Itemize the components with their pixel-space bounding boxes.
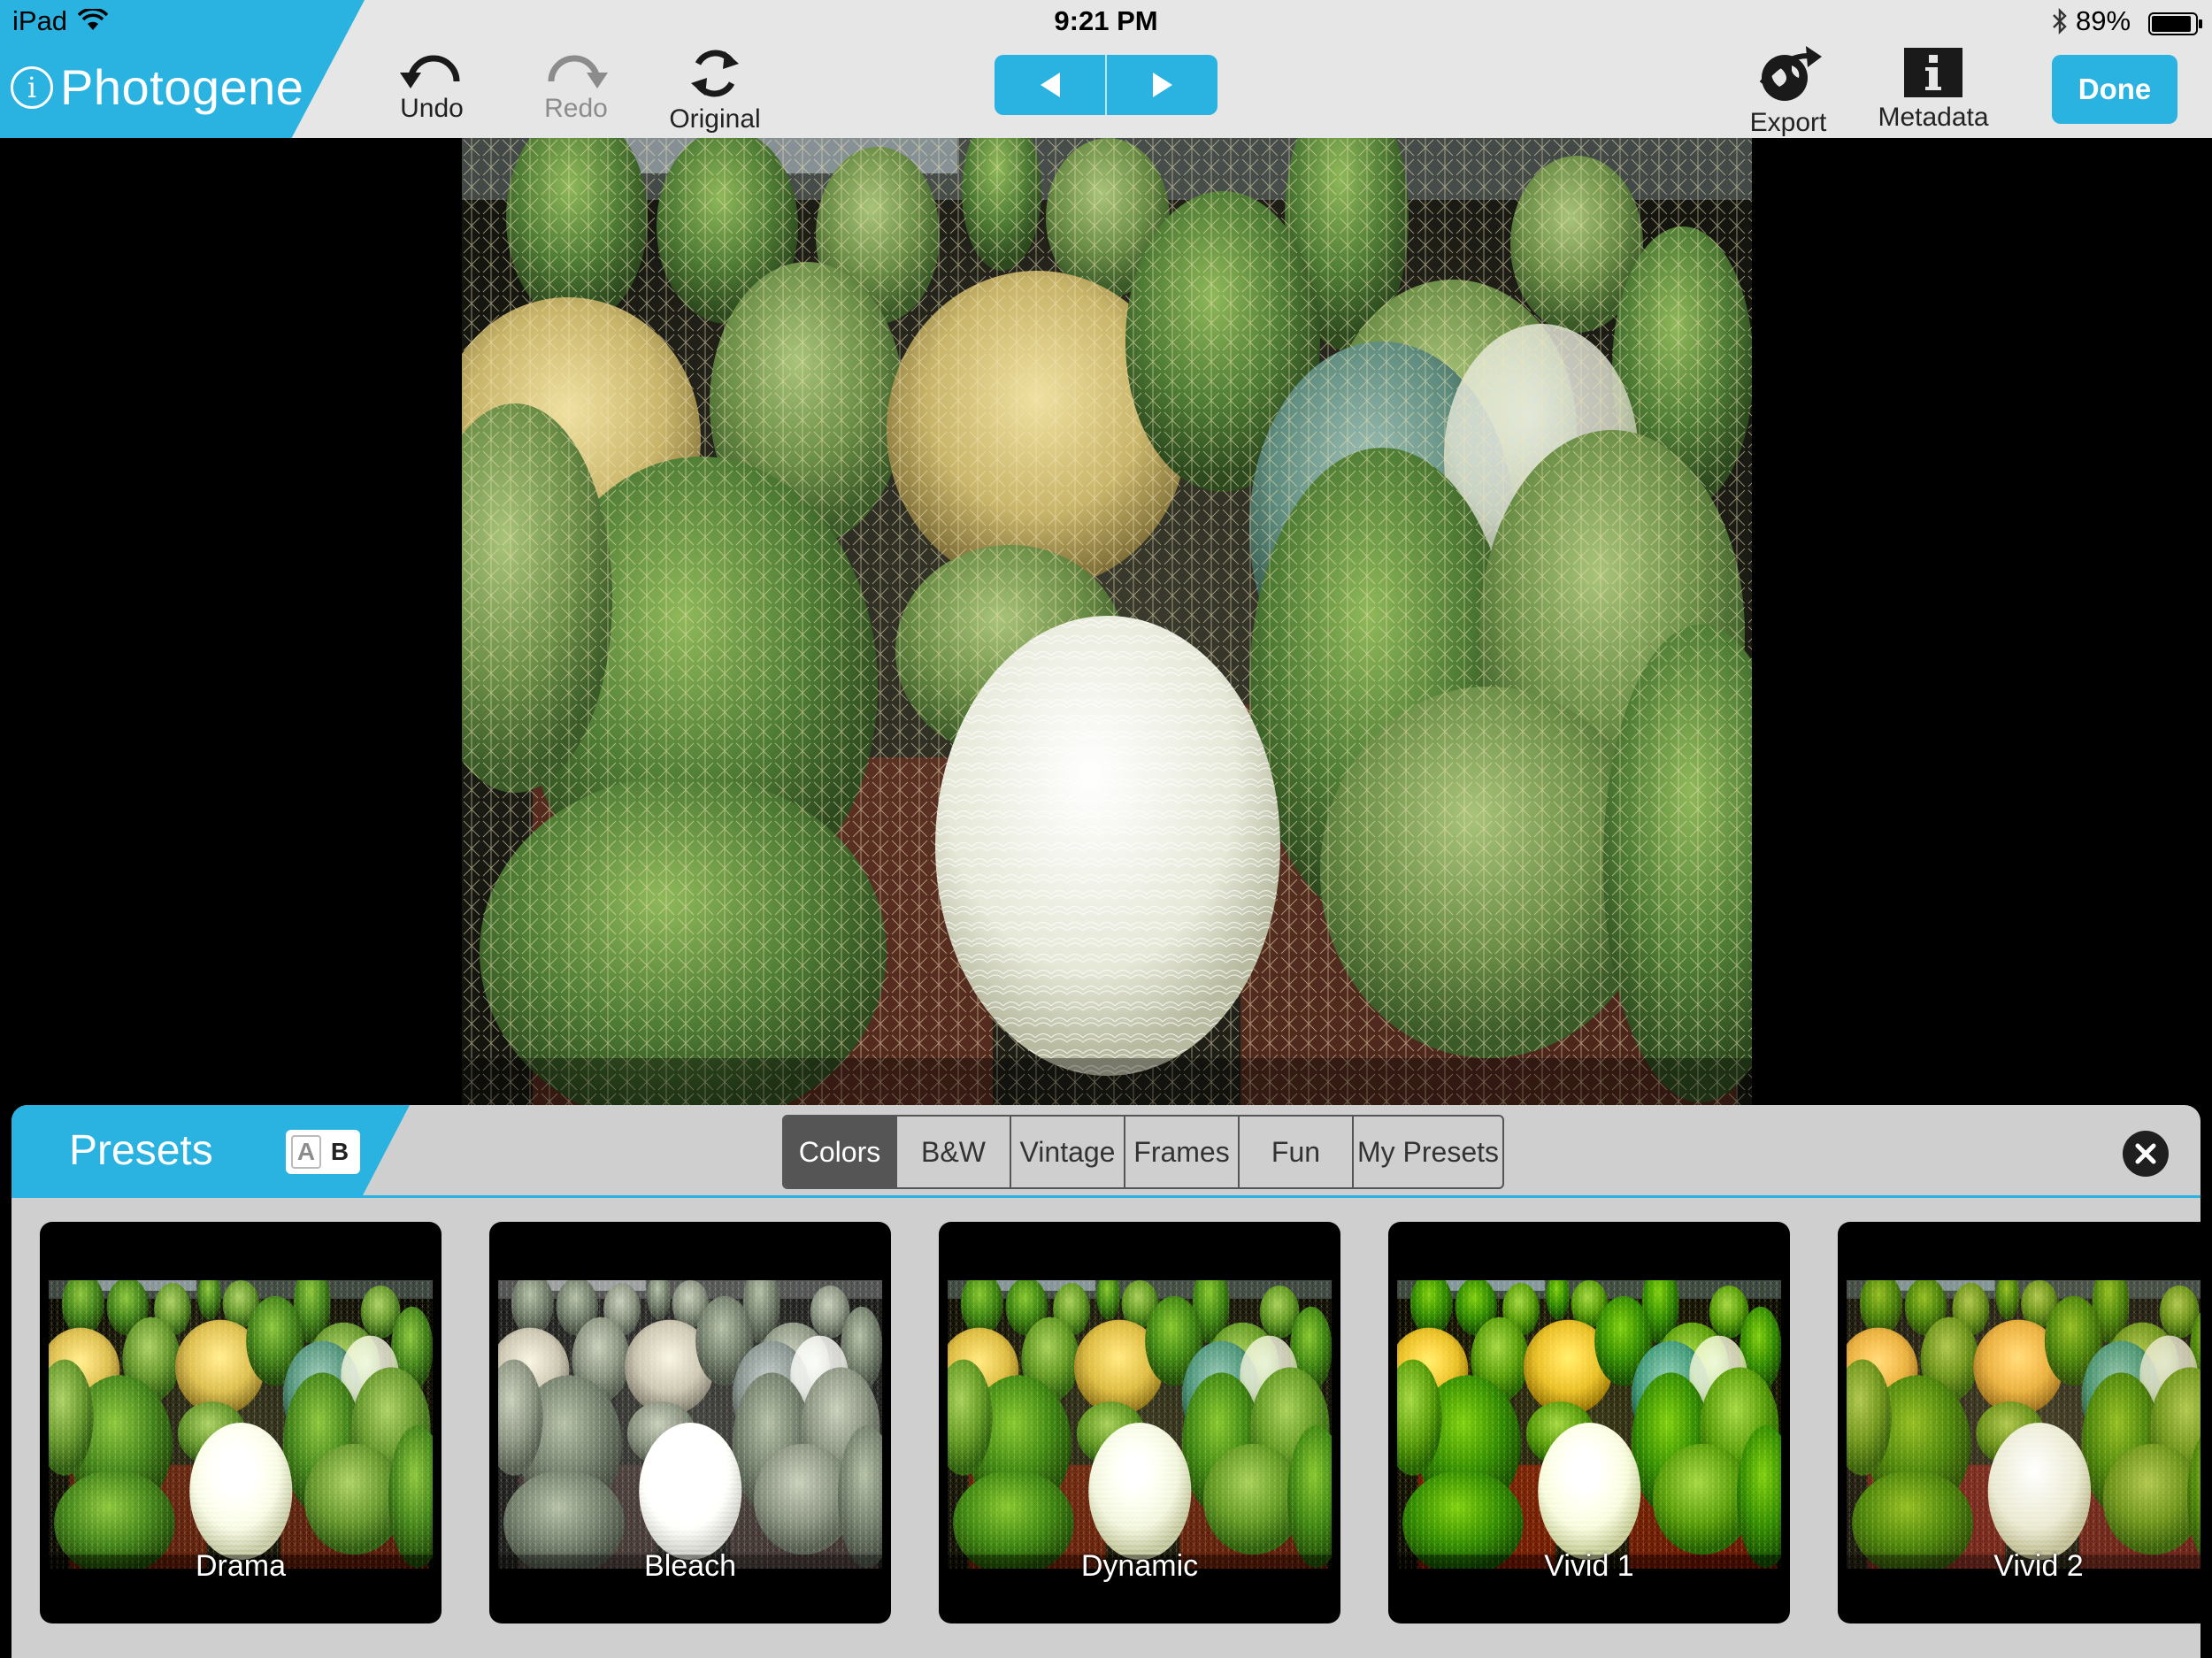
preset-tile-vivid-1[interactable]: Vivid 1 xyxy=(1388,1222,1790,1623)
preset-thumbnail-image xyxy=(49,1280,433,1569)
preset-label: Vivid 2 xyxy=(1993,1549,2084,1583)
previous-photo-button[interactable] xyxy=(995,55,1105,115)
triangle-left-icon xyxy=(1040,73,1060,97)
metadata-label: Metadata xyxy=(1878,103,1989,132)
tab-vintage[interactable]: Vintage xyxy=(1010,1117,1124,1187)
preset-thumbnail-image xyxy=(948,1280,1332,1569)
ab-toggle-b[interactable]: B xyxy=(325,1135,355,1169)
next-photo-button[interactable] xyxy=(1105,55,1217,115)
cactus-photo xyxy=(462,138,1752,1105)
export-label: Export xyxy=(1749,108,1827,137)
export-button[interactable]: Export xyxy=(1722,46,1855,138)
presets-title: Presets xyxy=(69,1127,213,1174)
info-icon[interactable]: i xyxy=(11,65,53,109)
original-label: Original xyxy=(669,104,761,134)
undo-button[interactable]: Undo xyxy=(365,46,498,124)
panel-divider xyxy=(12,1195,2200,1198)
bluetooth-icon xyxy=(2053,7,2067,35)
preset-tile-bleach[interactable]: Bleach xyxy=(489,1222,891,1623)
preset-thumbnail-image xyxy=(498,1280,882,1569)
battery-icon xyxy=(2148,12,2202,35)
preset-label: Vivid 1 xyxy=(1544,1549,1634,1583)
preset-thumbnail xyxy=(49,1280,433,1569)
preset-thumbnail-image xyxy=(1847,1280,2200,1569)
top-toolbar: iPad 9:21 PM 89% i Photogene Undo Redo O… xyxy=(0,0,2212,138)
redo-label: Redo xyxy=(544,94,608,123)
preset-tile-drama[interactable]: Drama xyxy=(40,1222,442,1623)
close-icon xyxy=(2135,1143,2156,1164)
triangle-right-icon xyxy=(1152,73,1172,97)
undo-label: Undo xyxy=(400,94,464,123)
preset-tile-vivid-2[interactable]: Vivid 2 xyxy=(1838,1222,2200,1623)
status-device-name: iPad xyxy=(12,5,68,36)
done-button[interactable]: Done xyxy=(2052,55,2177,124)
photo-canvas[interactable] xyxy=(462,138,1752,1105)
tab-fun[interactable]: Fun xyxy=(1238,1117,1352,1187)
undo-icon xyxy=(400,55,460,88)
status-battery-percent: 89% xyxy=(2076,5,2131,36)
refresh-icon xyxy=(691,50,739,97)
preset-tile-dynamic[interactable]: Dynamic xyxy=(939,1222,1340,1623)
globe-arrow-icon xyxy=(1759,46,1822,101)
app-brand[interactable]: i Photogene xyxy=(11,58,303,116)
tab-colors[interactable]: Colors xyxy=(784,1117,895,1187)
tab-my-presets[interactable]: My Presets xyxy=(1352,1117,1502,1187)
ab-compare-toggle[interactable]: A B xyxy=(286,1130,360,1174)
preset-thumbnail xyxy=(1847,1280,2200,1569)
info-icon xyxy=(1904,48,1962,97)
preset-thumbnail xyxy=(948,1280,1332,1569)
tab-frames[interactable]: Frames xyxy=(1124,1117,1238,1187)
preset-category-tabs: Colors B&W Vintage Frames Fun My Presets xyxy=(782,1115,1504,1189)
preset-label: Drama xyxy=(195,1549,287,1583)
ab-toggle-a[interactable]: A xyxy=(291,1135,321,1169)
wifi-icon xyxy=(78,9,108,30)
preset-label: Bleach xyxy=(644,1549,736,1583)
redo-icon xyxy=(548,55,608,88)
tab-bw[interactable]: B&W xyxy=(895,1117,1010,1187)
preset-thumbnail xyxy=(498,1280,882,1569)
preset-label: Dynamic xyxy=(1080,1549,1199,1583)
app-name: Photogene xyxy=(60,59,304,115)
photo-navigation xyxy=(995,55,1217,115)
presets-panel: Presets A B Colors B&W Vintage Frames Fu… xyxy=(12,1105,2200,1658)
redo-button[interactable]: Redo xyxy=(510,46,642,124)
preset-thumbnail-image xyxy=(1397,1280,1781,1569)
preset-thumbnail xyxy=(1397,1280,1781,1569)
close-panel-button[interactable] xyxy=(2123,1131,2169,1177)
original-button[interactable]: Original xyxy=(649,46,781,134)
metadata-button[interactable]: Metadata xyxy=(1867,46,2000,133)
